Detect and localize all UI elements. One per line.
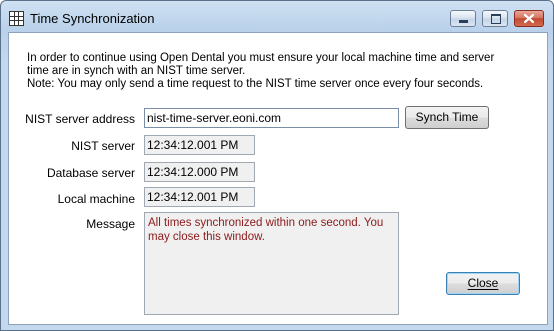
local-machine-label: Local machine bbox=[57, 192, 135, 206]
database-server-field: 12:34:12.000 PM bbox=[144, 162, 255, 182]
synch-time-button[interactable]: Synch Time bbox=[405, 106, 489, 129]
minimize-icon bbox=[459, 20, 468, 23]
maximize-icon bbox=[491, 14, 501, 24]
minimize-button[interactable] bbox=[450, 10, 476, 27]
intro-text: In order to continue using Open Dental y… bbox=[27, 52, 497, 91]
intro-line-1: In order to continue using Open Dental y… bbox=[27, 52, 495, 64]
nist-address-label: NIST server address bbox=[25, 112, 135, 126]
close-icon bbox=[523, 13, 535, 24]
message-label: Message bbox=[86, 217, 135, 231]
database-server-label: Database server bbox=[46, 166, 135, 180]
close-button[interactable]: Close bbox=[446, 272, 520, 295]
grid-app-icon bbox=[9, 11, 24, 26]
local-machine-field: 12:34:12.001 PM bbox=[144, 187, 255, 207]
intro-line-3: Note: You may only send a time request t… bbox=[27, 78, 484, 90]
intro-line-2: time are in synch with an NIST time serv… bbox=[27, 65, 246, 77]
title-bar[interactable]: Time Synchronization bbox=[1, 1, 553, 31]
nist-address-input[interactable]: nist-time-server.eoni.com bbox=[144, 108, 399, 128]
message-box[interactable]: All times synchronized within one second… bbox=[144, 212, 399, 315]
nist-server-field: 12:34:12.001 PM bbox=[144, 135, 255, 155]
window-title: Time Synchronization bbox=[30, 11, 155, 26]
maximize-button[interactable] bbox=[482, 10, 508, 27]
window-close-button[interactable] bbox=[514, 10, 544, 27]
close-button-label: Close bbox=[467, 276, 499, 290]
nist-server-label: NIST server bbox=[71, 139, 135, 153]
